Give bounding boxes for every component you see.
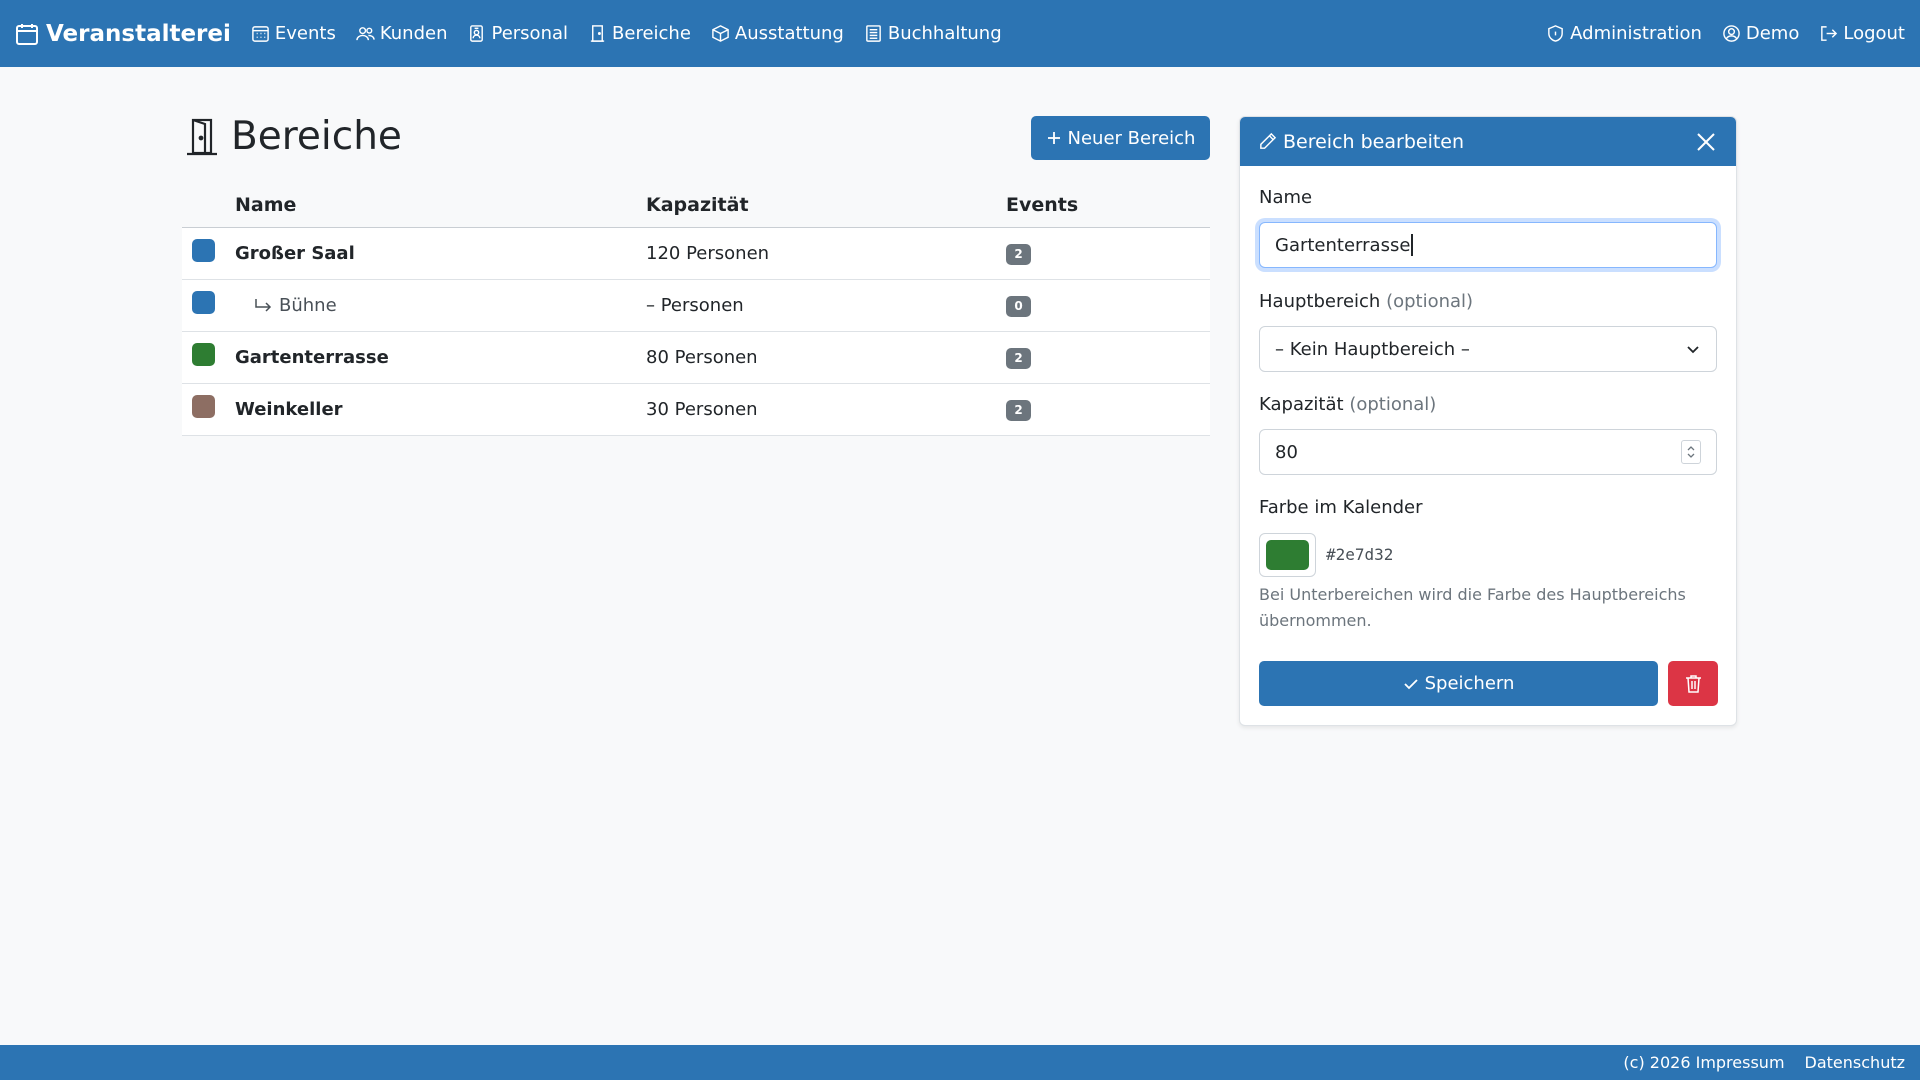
nav-personal-label: Personal bbox=[491, 23, 569, 44]
nav-events[interactable]: Events bbox=[251, 23, 336, 44]
nav-bereiche-label: Bereiche bbox=[612, 23, 691, 44]
number-spinner[interactable] bbox=[1681, 440, 1701, 464]
area-name: Bühne bbox=[279, 295, 337, 316]
area-capacity: – Personen bbox=[646, 295, 744, 316]
parent-label: Hauptbereich (optional) bbox=[1259, 291, 1474, 312]
color-swatch bbox=[192, 291, 215, 314]
events-count-badge: 2 bbox=[1006, 399, 1031, 421]
events-count-badge: 0 bbox=[1006, 295, 1031, 317]
color-picker[interactable] bbox=[1259, 533, 1316, 577]
brand-link[interactable]: Veranstalterei bbox=[15, 21, 231, 47]
capacity-input-value: 80 bbox=[1275, 441, 1298, 463]
nav-events-label: Events bbox=[274, 23, 336, 44]
brand-label: Veranstalterei bbox=[46, 20, 231, 47]
capacity-label: Kapazität (optional) bbox=[1259, 394, 1437, 415]
calendar-icon bbox=[16, 23, 38, 45]
area-capacity: 30 Personen bbox=[646, 399, 758, 420]
header-name: Name bbox=[235, 193, 297, 216]
save-label: Speichern bbox=[1424, 673, 1515, 694]
nav-ausstattung[interactable]: Ausstattung bbox=[711, 23, 844, 44]
calendar-grid-icon bbox=[252, 26, 269, 42]
capacity-input[interactable]: 80 bbox=[1259, 429, 1717, 475]
events-count-badge: 2 bbox=[1006, 347, 1031, 369]
table-row[interactable]: Gartenterrasse 80 Personen 2 bbox=[182, 332, 1210, 384]
nav-user-demo[interactable]: Demo bbox=[1722, 23, 1799, 44]
areas-table: Name Kapazität Events Großer Saal 120 Pe… bbox=[182, 182, 1210, 436]
color-label: Farbe im Kalender bbox=[1259, 497, 1423, 518]
edit-area-card: Bereich bearbeiten Name Gartenterrasse H… bbox=[1239, 116, 1737, 726]
area-name: Weinkeller bbox=[235, 399, 343, 420]
name-input[interactable]: Gartenterrasse bbox=[1259, 222, 1717, 268]
nav-administration[interactable]: Administration bbox=[1546, 23, 1702, 44]
top-navbar: Veranstalterei Events Kunden Personal Be… bbox=[0, 0, 1920, 67]
header-events: Events bbox=[1006, 193, 1079, 216]
chevron-down-icon bbox=[1687, 346, 1699, 354]
spinner-arrows-icon bbox=[1687, 446, 1695, 458]
nav-kunden[interactable]: Kunden bbox=[356, 23, 448, 44]
footer-privacy-link[interactable]: Datenschutz bbox=[1805, 1053, 1905, 1072]
nav-administration-label: Administration bbox=[1570, 23, 1702, 44]
table-row[interactable]: Weinkeller 30 Personen 2 bbox=[182, 384, 1210, 436]
nav-logout-label: Logout bbox=[1843, 23, 1905, 44]
nav-ausstattung-label: Ausstattung bbox=[734, 23, 844, 44]
nav-user-label: Demo bbox=[1745, 23, 1800, 44]
shield-icon bbox=[1548, 25, 1564, 42]
page-title: Bereiche bbox=[185, 114, 402, 159]
color-help-text: Bei Unterbereichen wird die Farbe des Ha… bbox=[1259, 585, 1686, 630]
name-label: Name bbox=[1259, 187, 1313, 208]
table-row[interactable]: Großer Saal 120 Personen 2 bbox=[182, 228, 1210, 280]
card-title: Bereich bearbeiten bbox=[1283, 130, 1465, 153]
footer-impressum-link[interactable]: (c) 2026 Impressum bbox=[1623, 1053, 1784, 1072]
name-input-value: Gartenterrasse bbox=[1275, 234, 1411, 256]
events-count-badge: 2 bbox=[1006, 243, 1031, 265]
close-icon[interactable] bbox=[1694, 130, 1718, 154]
table-header: Name Kapazität Events bbox=[182, 182, 1210, 228]
text-caret bbox=[1411, 234, 1414, 256]
people-icon bbox=[356, 27, 375, 41]
area-capacity: 120 Personen bbox=[646, 243, 770, 264]
sub-arrow-icon bbox=[255, 298, 272, 312]
header-capacity: Kapazität bbox=[646, 193, 749, 216]
box-icon bbox=[712, 25, 729, 42]
user-circle-icon bbox=[1723, 25, 1740, 42]
nav-bereiche[interactable]: Bereiche bbox=[588, 23, 691, 44]
color-swatch bbox=[192, 343, 215, 366]
nav-buchhaltung[interactable]: Buchhaltung bbox=[864, 23, 1002, 44]
badge-icon bbox=[470, 25, 484, 42]
nav-buchhaltung-label: Buchhaltung bbox=[887, 23, 1002, 44]
parent-select[interactable]: – Kein Hauptbereich – bbox=[1259, 326, 1717, 372]
delete-button[interactable] bbox=[1668, 661, 1718, 706]
new-area-button[interactable]: Neuer Bereich bbox=[1031, 116, 1210, 160]
color-swatch bbox=[192, 395, 215, 418]
plus-icon bbox=[1047, 132, 1060, 144]
pencil-icon bbox=[1260, 132, 1277, 149]
save-button[interactable]: Speichern bbox=[1259, 661, 1658, 706]
page-title-text: Bereiche bbox=[231, 114, 402, 159]
table-row[interactable]: Bühne – Personen 0 bbox=[182, 280, 1210, 332]
parent-select-value: – Kein Hauptbereich – bbox=[1275, 338, 1470, 360]
door-icon bbox=[187, 118, 217, 155]
area-name: Gartenterrasse bbox=[235, 347, 389, 368]
color-hex-value: #2e7d32 bbox=[1326, 545, 1394, 564]
nav-kunden-label: Kunden bbox=[379, 23, 448, 44]
card-header: Bereich bearbeiten bbox=[1240, 117, 1736, 166]
area-name: Großer Saal bbox=[235, 243, 355, 264]
door-icon bbox=[590, 25, 605, 42]
trash-icon bbox=[1685, 675, 1701, 693]
color-swatch bbox=[192, 239, 215, 262]
nav-logout[interactable]: Logout bbox=[1819, 23, 1905, 44]
new-area-label: Neuer Bereich bbox=[1067, 127, 1196, 149]
footer: (c) 2026 Impressum Datenschutz bbox=[0, 1045, 1920, 1080]
ledger-icon bbox=[865, 25, 881, 42]
check-icon bbox=[1403, 678, 1418, 689]
nav-personal[interactable]: Personal bbox=[467, 23, 568, 44]
area-capacity: 80 Personen bbox=[646, 347, 758, 368]
color-preview bbox=[1266, 540, 1309, 570]
logout-icon bbox=[1821, 26, 1838, 41]
